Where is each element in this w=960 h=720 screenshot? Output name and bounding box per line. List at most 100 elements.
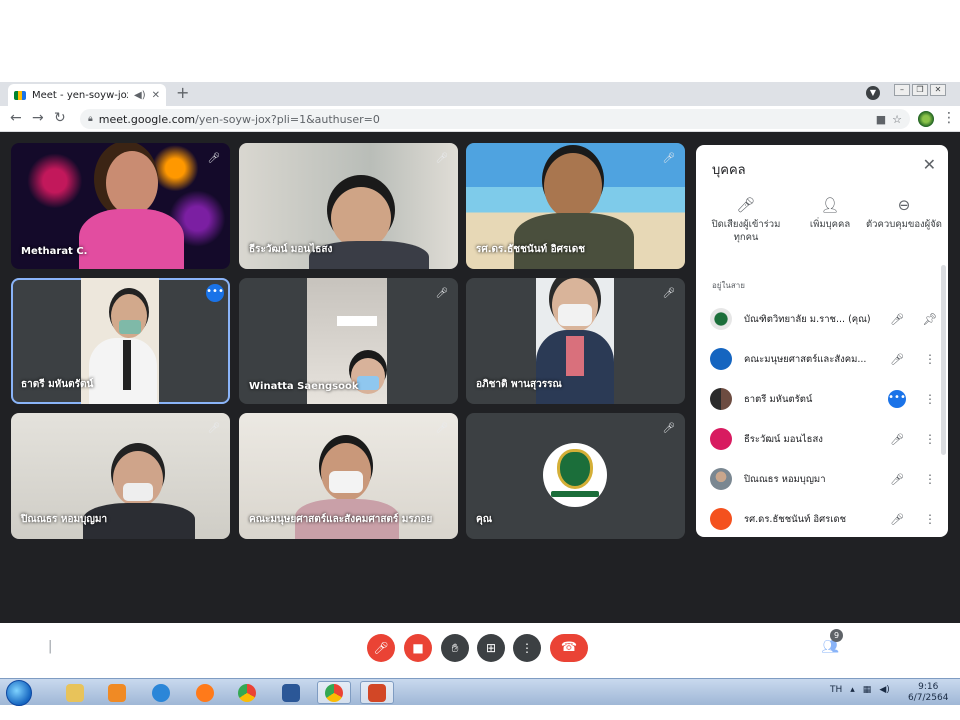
more-vert-icon[interactable]: ⋮ (920, 432, 940, 446)
more-options-button[interactable]: ⋮ (513, 634, 541, 662)
mic-off-icon[interactable]: 🎤︎ (886, 313, 908, 326)
avatar (710, 388, 732, 410)
volume-icon[interactable]: ◀) (879, 685, 889, 695)
participant-name: รศ.ดร.ธัชชนันท์ อิศรเดช (744, 513, 847, 525)
participant-row[interactable]: รศ.ดร.ธัชชนันท์ อิศรเดช 🎤︎ ⋮ (696, 499, 948, 537)
system-tray: TH ▴ ▦ ◀) (830, 685, 890, 695)
video-tile[interactable]: 🎤︎ ธีระวัฒน์ มอนไธสง (239, 143, 458, 269)
mic-toggle-button[interactable]: 🎤︎ (367, 634, 395, 662)
new-tab-button[interactable]: + (176, 83, 189, 102)
participant-name: บัณฑิตวิทยาลัย ม.ราช... (คุณ) (744, 313, 871, 325)
tab-search-icon[interactable]: ▼ (866, 86, 880, 100)
participant-row[interactable]: คณะมนุษยศาสตร์และสังคม... 🎤︎ ⋮ (696, 339, 948, 379)
forward-arrow-icon[interactable]: → (32, 110, 44, 126)
taskbar-clock[interactable]: 9:16 6/7/2564 (908, 682, 948, 704)
tile-label: ธีระวัฒน์ มอนไธสง (249, 244, 333, 255)
minimize-button[interactable]: – (894, 84, 910, 96)
avatar (710, 508, 732, 530)
tab-meet[interactable]: Meet - yen-soyw-jox ◀) ✕ (8, 84, 166, 106)
powerpoint-taskbar-icon[interactable] (360, 681, 394, 704)
window-close-button[interactable]: ✕ (930, 84, 946, 96)
tile-label: ธาตรี มหันตรัตน์ (21, 379, 94, 390)
add-person-icon: 👤︎ (820, 196, 840, 214)
meeting-title: ประเมินคุณภาพการศึกษาระดับหลักสูตร (60, 642, 257, 656)
tile-label: คุณ (476, 514, 492, 525)
host-controls-button[interactable]: ⊖ ตัวควบคุมของผู้จัด (864, 196, 944, 231)
mic-off-icon: 🎤︎ (662, 288, 676, 299)
more-options-icon[interactable]: ••• (206, 284, 224, 302)
pin-icon[interactable]: 📌︎ (920, 312, 940, 326)
reload-icon[interactable]: ↻ (54, 110, 66, 126)
video-tile[interactable]: ••• ธาตรี มหันตรัตน์ (11, 278, 230, 404)
more-vert-icon[interactable]: ⋮ (920, 352, 940, 366)
explorer-taskbar-icon[interactable] (58, 681, 92, 704)
tile-label: Metharat C. (21, 246, 88, 257)
participant-name: คณะมนุษยศาสตร์และสังคม... (744, 353, 867, 365)
camera-icon[interactable]: ■ (876, 113, 886, 126)
panel-title: บุคคล (712, 163, 746, 178)
window-controls: – ❐ ✕ (894, 84, 946, 96)
tab-title: Meet - yen-soyw-jox (32, 89, 129, 101)
video-tile[interactable]: 🎤︎ ปิณณธร หอมบุญมา (11, 413, 230, 539)
more-vert-icon[interactable]: ⋮ (920, 392, 940, 406)
mic-off-icon[interactable]: 🎤︎ (886, 513, 908, 526)
participant-row[interactable]: บัณฑิตวิทยาลัย ม.ราช... (คุณ) 🎤︎ 📌︎ (696, 299, 948, 339)
chrome-taskbar-icon[interactable] (230, 681, 264, 704)
meeting-info-icon[interactable]: ⓘ (786, 639, 806, 659)
word-taskbar-icon[interactable] (274, 681, 308, 704)
mic-off-icon: 🎤︎ (736, 196, 756, 214)
video-tile[interactable]: 🎤︎ Winatta Saengsook (239, 278, 458, 404)
raise-hand-button[interactable]: ✋︎ (441, 634, 469, 662)
ie-taskbar-icon[interactable] (144, 681, 178, 704)
network-icon[interactable]: ▦ (863, 685, 872, 695)
participant-row[interactable]: ธาตรี มหันตรัตน์ ••• ⋮ (696, 379, 948, 419)
chrome-active-taskbar-icon[interactable] (317, 681, 351, 704)
mic-off-icon[interactable]: 🎤︎ (886, 473, 908, 486)
browser-menu-icon[interactable]: ⋮ (942, 110, 956, 126)
participant-row[interactable]: ปิณณธร หอมบุญมา 🎤︎ ⋮ (696, 459, 948, 499)
video-tile[interactable]: 🎤︎ Metharat C. (11, 143, 230, 269)
clock-time: 9:16 (918, 682, 939, 692)
toggle-icon: ⊖ (897, 196, 911, 214)
people-panel: บุคคล ✕ 🎤︎ ปิดเสียงผู้เข้าร่วมทุกคน 👤︎ เ… (696, 145, 948, 537)
speaker-icon[interactable]: ◀) (134, 90, 146, 101)
university-seal-logo (543, 443, 607, 507)
mic-off-icon[interactable]: 🎤︎ (886, 433, 908, 446)
meeting-clock: 09:16 (12, 641, 51, 655)
mic-off-icon[interactable]: 🎤︎ (886, 353, 908, 366)
divider: | (48, 639, 53, 654)
video-tile[interactable]: 🎤︎ อภิชาติ พานสุวรรณ (466, 278, 685, 404)
tab-bar: Meet - yen-soyw-jox ◀) ✕ + ▼ – ❐ ✕ (0, 82, 960, 106)
present-button[interactable]: ⊞ (477, 634, 505, 662)
host-controls-icon[interactable]: ⛨ (921, 639, 941, 655)
tab-close-icon[interactable]: ✕ (152, 90, 160, 101)
more-vert-icon[interactable]: ⋮ (920, 512, 940, 526)
mute-all-button[interactable]: 🎤︎ ปิดเสียงผู้เข้าร่วมทุกคน (706, 196, 786, 244)
bookmark-star-icon[interactable]: ☆ (892, 113, 902, 126)
video-tile[interactable]: 🎤︎ คุณ (466, 413, 685, 539)
address-bar[interactable]: 🔒︎ meet.google.com/yen-soyw-jox?pli=1&au… (80, 109, 910, 129)
avatar (710, 308, 732, 330)
section-label: อยู่ในสาย (712, 281, 745, 290)
participant-row[interactable]: ธีระวัฒน์ มอนไธสง 🎤︎ ⋮ (696, 419, 948, 459)
tray-arrow-icon[interactable]: ▴ (850, 685, 855, 695)
tile-label: อภิชาติ พานสุวรรณ (476, 379, 562, 390)
video-tile[interactable]: 🎤︎ รศ.ดร.ธัชชนันท์ อิศรเดช (466, 143, 685, 269)
profile-avatar[interactable] (918, 111, 934, 127)
video-tile[interactable]: 🎤︎ คณะมนุษยศาสตร์และสังคมศาสตร์ มรภอย (239, 413, 458, 539)
address-toolbar: ← → ↻ 🔒︎ meet.google.com/yen-soyw-jox?pl… (0, 106, 960, 132)
chat-icon[interactable]: ▤ (853, 639, 873, 655)
back-arrow-icon[interactable]: ← (10, 110, 22, 126)
add-people-button[interactable]: 👤︎ เพิ่มบุคคล (790, 196, 870, 231)
language-indicator[interactable]: TH (830, 685, 842, 695)
restore-button[interactable]: ❐ (912, 84, 928, 96)
people-count-badge: 9 (830, 629, 843, 642)
firefox-taskbar-icon[interactable] (188, 681, 222, 704)
more-vert-icon[interactable]: ⋮ (920, 472, 940, 486)
close-icon[interactable]: ✕ (923, 155, 936, 174)
activities-icon[interactable]: ⟡ (887, 639, 907, 655)
start-button[interactable] (6, 680, 32, 706)
camera-toggle-button[interactable]: ■ (404, 634, 432, 662)
media-player-taskbar-icon[interactable] (100, 681, 134, 704)
end-call-button[interactable]: ☎︎ (550, 634, 588, 662)
